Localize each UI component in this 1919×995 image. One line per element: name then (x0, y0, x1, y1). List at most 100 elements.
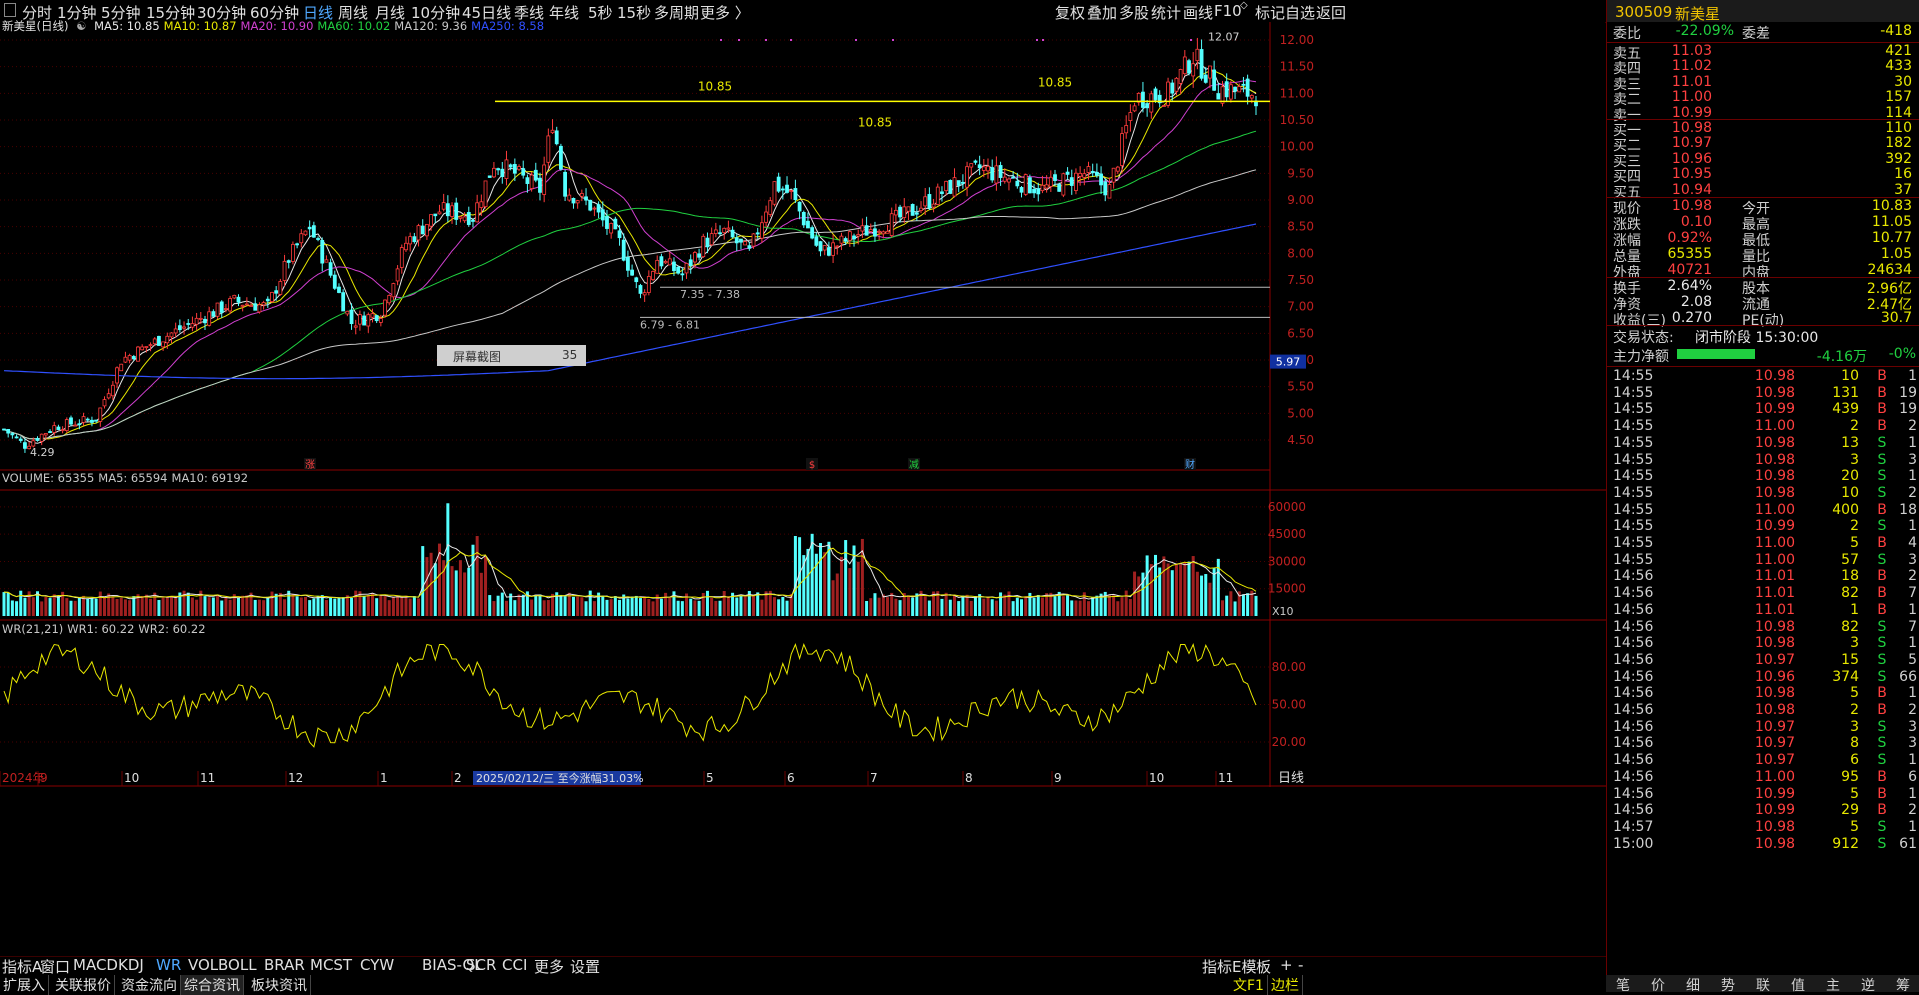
period-15[interactable]: 多周期 (654, 2, 699, 23)
quote-panel-tab-0[interactable]: 笔 (1616, 975, 1630, 995)
time-label-6: 2 (454, 771, 462, 785)
candle-body (445, 203, 450, 217)
vol-bar (752, 595, 756, 616)
indicator-tab-7[interactable]: BRAR (264, 956, 305, 974)
bid-vol: 37 (1894, 181, 1912, 198)
candle-body (307, 226, 312, 230)
vol-bar (379, 594, 383, 616)
trade-price: 10.98 (1754, 434, 1795, 451)
vol-bar (44, 596, 48, 616)
indicator-tab-12[interactable]: CCI (502, 956, 527, 974)
vol-bar (1166, 563, 1170, 616)
indicator-tab-9[interactable]: CYW (360, 956, 394, 974)
candle-body (10, 433, 15, 436)
indicator-tab-0[interactable]: 指标A (2, 956, 42, 977)
vol-bar (618, 599, 622, 616)
candle-body (1145, 103, 1150, 109)
wenf1-button[interactable]: 文F1 (1230, 975, 1268, 995)
vol-bar (291, 594, 295, 616)
vol-bar (165, 596, 169, 616)
vol-bar (735, 597, 739, 616)
window-icon[interactable] (4, 3, 16, 17)
candle-body (370, 313, 375, 318)
quote-panel-tab-2[interactable]: 细 (1686, 975, 1700, 995)
tool-7[interactable]: 自选 (1285, 2, 1315, 23)
indicator-tab-5[interactable]: VOL (188, 956, 218, 974)
trade-time: 14:55 (1613, 451, 1654, 468)
candle-body (579, 193, 584, 197)
kline-chart[interactable]: 12.00 11.50 11.00 10.50 10.00 9.50 9.00 8.50 8.0… (0, 22, 1606, 975)
period-12[interactable]: 年线 (549, 2, 579, 23)
quote-panel-tab-7[interactable]: 逆 (1861, 975, 1875, 995)
minus-button[interactable]: - (1298, 956, 1303, 974)
candle-body (1149, 93, 1154, 113)
quote-panel-tab-8[interactable]: 筹 (1896, 975, 1910, 995)
period-13[interactable]: 5秒 (588, 2, 613, 23)
chart-bg (0, 22, 1605, 975)
indicator-tab-2[interactable]: MACD (73, 956, 118, 974)
plate-button[interactable]: 板 (1256, 956, 1271, 977)
sidebar-button[interactable]: 边栏 (1268, 975, 1303, 995)
tool-1[interactable]: 叠加 (1087, 2, 1117, 23)
indicator-tab-11[interactable]: SCR (466, 956, 496, 974)
screenshot-popup[interactable]: 屏幕截图 35 (437, 345, 586, 366)
quote-panel-tab-3[interactable]: 势 (1721, 975, 1735, 995)
indicator-tab-3[interactable]: KDJ (118, 956, 144, 974)
small-circle-icon[interactable]: ◇ (1240, 0, 1248, 11)
period-14[interactable]: 15秒 (617, 2, 651, 23)
trade-dir: S (1877, 651, 1887, 668)
indicator-tab-8[interactable]: MCST (310, 956, 352, 974)
quote-value-2: 10.77 (1871, 230, 1912, 246)
indicator-tab-6[interactable]: BOLL (218, 956, 257, 974)
vol-bar (1246, 593, 1250, 616)
candle-body (847, 231, 852, 241)
vol-bar (128, 600, 132, 616)
bottom-tab-2[interactable]: 资金流向 (118, 975, 181, 995)
trade-vol: 20 (1841, 468, 1859, 485)
template-button[interactable]: 指标E模 (1202, 956, 1256, 977)
trade-time: 14:56 (1613, 668, 1654, 685)
trade-price: 10.98 (1754, 468, 1795, 485)
vol-bar (827, 541, 831, 616)
candle-body (1141, 91, 1145, 108)
indicator-tab-13[interactable]: 更多 (534, 956, 564, 977)
tool-4[interactable]: 画线 (1183, 2, 1213, 23)
vol-bar (873, 593, 877, 616)
candle-body (952, 177, 957, 197)
vol-bar (1124, 590, 1128, 616)
vol-bar (1137, 576, 1141, 616)
tool-0[interactable]: 复权 (1055, 2, 1085, 23)
bottom-tab-4[interactable]: 板块资讯 (248, 975, 311, 995)
vol-bar (216, 594, 220, 616)
trade-dir: B (1877, 702, 1887, 718)
period-16[interactable]: 更多 〉 (700, 2, 750, 23)
quote-panel-tab-5[interactable]: 值 (1791, 975, 1805, 995)
candle-body (563, 171, 567, 197)
tool-2[interactable]: 多股 (1119, 2, 1149, 23)
vol-bar (203, 596, 207, 616)
bottom-tab-1[interactable]: 关联报价 (52, 975, 115, 995)
tool-6[interactable]: 标记 (1255, 2, 1285, 23)
candle-body (1241, 83, 1246, 86)
quote-panel-tab-1[interactable]: 价 (1651, 975, 1665, 995)
tool-3[interactable]: 统计 (1151, 2, 1181, 23)
vol-bar (944, 592, 948, 616)
tool-8[interactable]: 返回 (1316, 2, 1346, 23)
quote-panel: 300509 新美星 委比 -22.09% 委差 -418 卖五 11.03 421… (1606, 0, 1919, 992)
trade-time: 14:57 (1613, 818, 1654, 835)
candle-body (1124, 125, 1129, 134)
info-arrow-icon[interactable]: ☯ (76, 19, 86, 33)
tool-5[interactable]: F10 (1214, 2, 1242, 20)
indicator-tab-14[interactable]: 设置 (570, 956, 600, 977)
candle-body (960, 181, 965, 184)
quote-panel-tab-6[interactable]: 主 (1826, 975, 1840, 995)
quote-panel-tab-4[interactable]: 联 (1756, 975, 1770, 995)
plus-button[interactable]: + (1280, 956, 1293, 974)
indicator-tab-1[interactable]: 窗口 (40, 956, 70, 977)
bottom-tab-0[interactable]: 扩展入 (0, 975, 49, 995)
indicator-tab-4[interactable]: WR (156, 956, 181, 974)
candle-body (931, 203, 936, 208)
candle-body (110, 384, 115, 397)
bottom-tab-3[interactable]: 综合资讯 (181, 975, 244, 995)
vol-bar (287, 590, 291, 616)
